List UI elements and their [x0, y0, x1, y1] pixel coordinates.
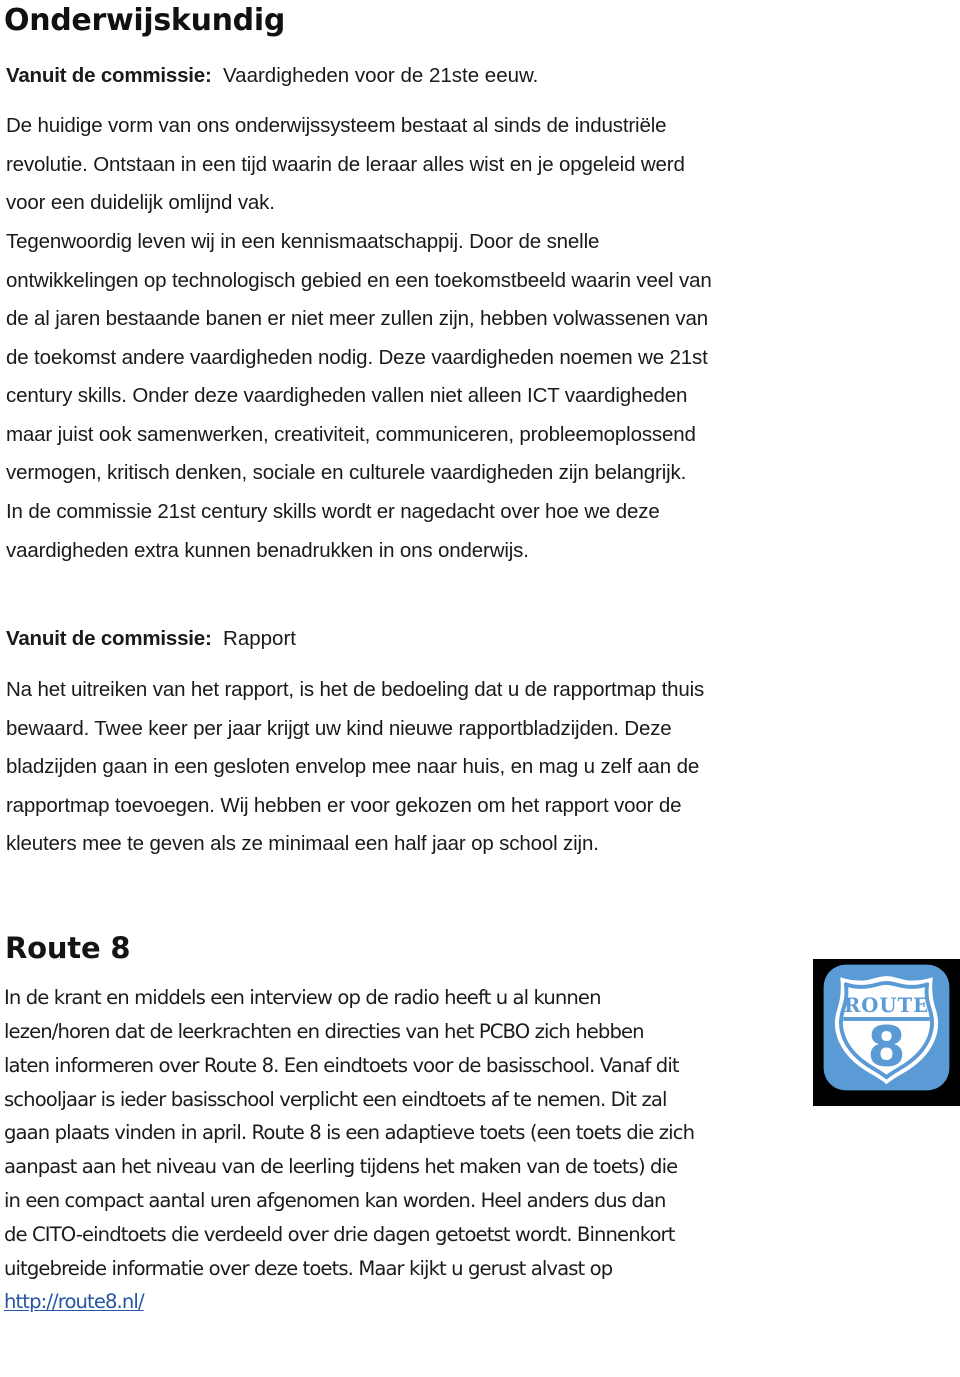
paragraph-onderwijskundig: De huidige vorm van ons onderwijssysteem… — [0, 89, 960, 570]
subheading-rest-label: Rapport — [223, 627, 296, 651]
subheading-lead-label: Vanuit de commissie: — [6, 63, 212, 87]
text-line: Na het uitreiken van het rapport, is het… — [6, 677, 705, 701]
text-line: de al jaren bestaande banen er niet meer… — [6, 307, 709, 331]
svg-text:ROUTE: ROUTE — [844, 994, 929, 1017]
text-line: ontwikkelingen op technologisch gebied e… — [6, 268, 712, 292]
text-line: voor een duidelijk omlijnd vak. — [6, 191, 275, 215]
route8-logo: ROUTE 8 — [813, 959, 960, 1106]
text-line: maar juist ook samenwerken, creativiteit… — [6, 422, 696, 446]
text-line: gaan plaats vinden in april. Route 8 is … — [4, 1121, 695, 1145]
subheading-rapport: Vanuit de commissie: Rapport — [0, 570, 960, 653]
subheading-lead-label: Vanuit de commissie: — [6, 627, 212, 651]
subheading-onderwijskundig: Vanuit de commissie: Vaardigheden voor d… — [0, 39, 960, 90]
text-line: bewaard. Twee keer per jaar krijgt uw ki… — [6, 716, 672, 740]
route8-website-link[interactable]: http://route8.nl/ — [4, 1290, 145, 1313]
text-line: in een compact aantal uren afgenomen kan… — [4, 1189, 666, 1212]
text-line: vermogen, kritisch denken, sociale en cu… — [6, 461, 687, 485]
text-line: revolutie. Ontstaan in een tijd waarin d… — [6, 152, 685, 176]
text-line: de CITO-eindtoets die verdeeld over drie… — [4, 1222, 675, 1246]
text-line: de toekomst andere vaardigheden nodig. D… — [6, 345, 708, 369]
text-line: century skills. Onder deze vaardigheden … — [6, 384, 688, 408]
text-line: Tegenwoordig leven wij in een kennismaat… — [6, 229, 600, 253]
svg-text:8: 8 — [867, 1014, 905, 1078]
text-line: vaardigheden extra kunnen benadrukken in… — [6, 538, 529, 562]
paragraph-rapport: Na het uitreiken van het rapport, is het… — [0, 653, 960, 864]
text-line: rapportmap toevoegen. Wij hebben er voor… — [6, 793, 682, 817]
text-line: In de commissie 21st century skills word… — [6, 500, 660, 524]
route-shield-icon: ROUTE 8 — [823, 964, 950, 1091]
text-line: uitgebreide informatie over deze toets. … — [4, 1256, 613, 1280]
text-line: De huidige vorm van ons onderwijssysteem… — [6, 114, 667, 138]
text-line: http://route8.nl/ — [4, 1285, 960, 1319]
text-line: aanpast aan het niveau van de leerling t… — [4, 1155, 678, 1179]
subheading-rest-label: Vaardigheden voor de 21ste eeuw. — [223, 63, 539, 87]
page-title: Onderwijskundig — [4, 3, 286, 38]
text-line: kleuters mee te geven als ze minimaal ee… — [6, 832, 599, 856]
document-page: Onderwijskundig Vanuit de commissie: Vaa… — [0, 0, 960, 1377]
text-line: bladzijden gaan in een gesloten envelop … — [6, 755, 700, 779]
